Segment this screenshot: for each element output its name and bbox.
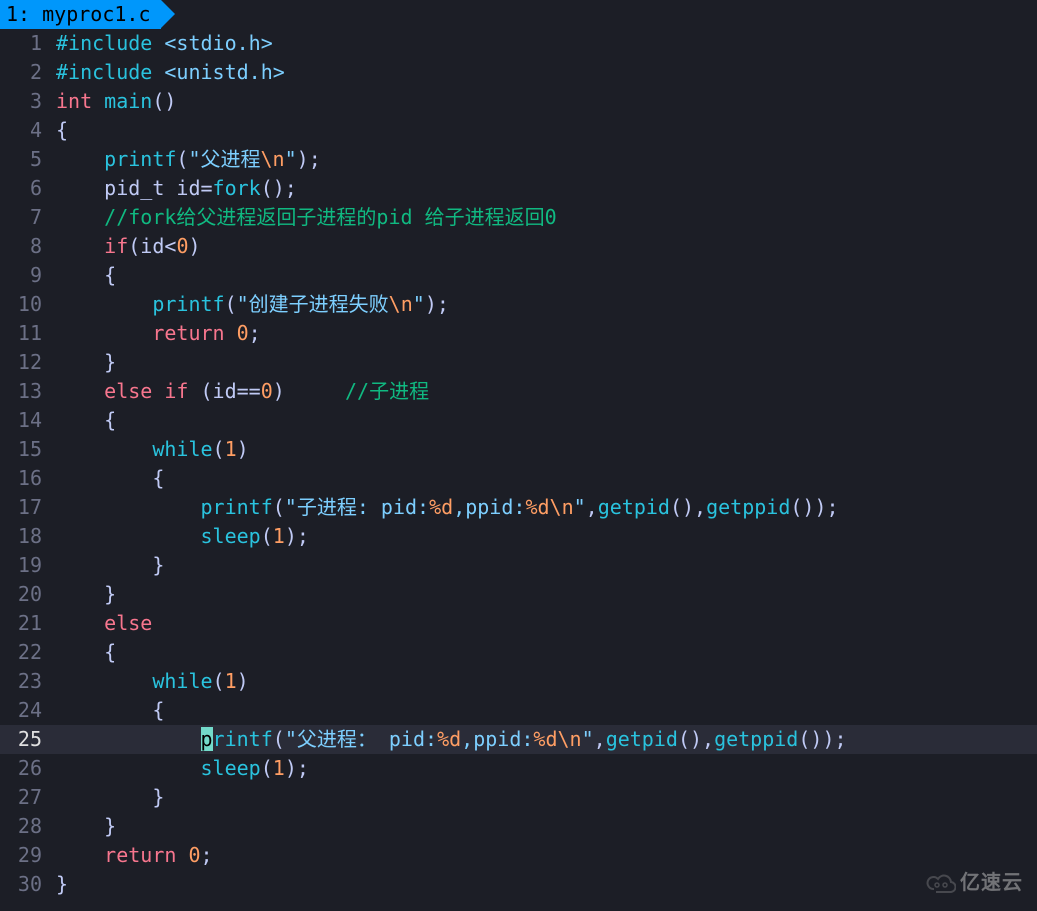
line-number: 11 xyxy=(0,319,50,348)
code-content: { xyxy=(50,464,1037,493)
line-number: 24 xyxy=(0,696,50,725)
line-number: 28 xyxy=(0,812,50,841)
code-content: //fork给父进程返回子进程的pid 给子进程返回0 xyxy=(50,203,1037,232)
code-line[interactable]: 18 sleep(1); xyxy=(0,522,1037,551)
code-line[interactable]: 9 { xyxy=(0,261,1037,290)
line-number: 30 xyxy=(0,870,50,899)
file-tab[interactable]: 1: myproc1.c xyxy=(0,0,161,29)
code-line[interactable]: 8 if(id<0) xyxy=(0,232,1037,261)
code-content: return 0; xyxy=(50,319,1037,348)
code-line[interactable]: 2#include <unistd.h> xyxy=(0,58,1037,87)
code-line[interactable]: 23 while(1) xyxy=(0,667,1037,696)
line-number: 29 xyxy=(0,841,50,870)
line-number: 6 xyxy=(0,174,50,203)
code-line[interactable]: 24 { xyxy=(0,696,1037,725)
code-content: if(id<0) xyxy=(50,232,1037,261)
code-line[interactable]: 21 else xyxy=(0,609,1037,638)
code-line[interactable]: 6 pid_t id=fork(); xyxy=(0,174,1037,203)
line-number: 25 xyxy=(0,725,50,754)
line-number: 27 xyxy=(0,783,50,812)
code-content: #include <unistd.h> xyxy=(50,58,1037,87)
code-content: { xyxy=(50,406,1037,435)
code-content: int main() xyxy=(50,87,1037,116)
tab-bar: 1: myproc1.c xyxy=(0,0,1037,29)
line-number: 18 xyxy=(0,522,50,551)
line-number: 3 xyxy=(0,87,50,116)
code-content: return 0; xyxy=(50,841,1037,870)
code-line[interactable]: 14 { xyxy=(0,406,1037,435)
line-number: 2 xyxy=(0,58,50,87)
code-line[interactable]: 11 return 0; xyxy=(0,319,1037,348)
code-line[interactable]: 20 } xyxy=(0,580,1037,609)
code-line[interactable]: 28 } xyxy=(0,812,1037,841)
line-number: 13 xyxy=(0,377,50,406)
line-number: 19 xyxy=(0,551,50,580)
cloud-icon xyxy=(926,873,956,893)
code-content: sleep(1); xyxy=(50,754,1037,783)
code-line[interactable]: 30} xyxy=(0,870,1037,899)
code-line[interactable]: 25 printf("父进程： pid:%d,ppid:%d\n",getpid… xyxy=(0,725,1037,754)
code-line[interactable]: 19 } xyxy=(0,551,1037,580)
line-number: 12 xyxy=(0,348,50,377)
code-content: #include <stdio.h> xyxy=(50,29,1037,58)
line-number: 16 xyxy=(0,464,50,493)
line-number: 7 xyxy=(0,203,50,232)
code-line[interactable]: 13 else if (id==0) //子进程 xyxy=(0,377,1037,406)
code-content: while(1) xyxy=(50,667,1037,696)
code-line[interactable]: 5 printf("父进程\n"); xyxy=(0,145,1037,174)
code-content: } xyxy=(50,870,1037,899)
code-line[interactable]: 17 printf("子进程: pid:%d,ppid:%d\n",getpid… xyxy=(0,493,1037,522)
line-number: 22 xyxy=(0,638,50,667)
code-content: } xyxy=(50,551,1037,580)
code-content: } xyxy=(50,580,1037,609)
code-content: pid_t id=fork(); xyxy=(50,174,1037,203)
code-content: else xyxy=(50,609,1037,638)
code-line[interactable]: 22 { xyxy=(0,638,1037,667)
code-content: sleep(1); xyxy=(50,522,1037,551)
code-content: { xyxy=(50,696,1037,725)
code-content: while(1) xyxy=(50,435,1037,464)
code-line[interactable]: 10 printf("创建子进程失败\n"); xyxy=(0,290,1037,319)
line-number: 17 xyxy=(0,493,50,522)
line-number: 15 xyxy=(0,435,50,464)
code-line[interactable]: 3int main() xyxy=(0,87,1037,116)
watermark: 亿速云 xyxy=(926,868,1023,897)
line-number: 10 xyxy=(0,290,50,319)
line-number: 14 xyxy=(0,406,50,435)
line-number: 5 xyxy=(0,145,50,174)
code-content: } xyxy=(50,812,1037,841)
code-content: else if (id==0) //子进程 xyxy=(50,377,1037,406)
code-line[interactable]: 1#include <stdio.h> xyxy=(0,29,1037,58)
code-line[interactable]: 12 } xyxy=(0,348,1037,377)
code-content: { xyxy=(50,261,1037,290)
code-content: printf("创建子进程失败\n"); xyxy=(50,290,1037,319)
code-content: } xyxy=(50,348,1037,377)
code-content: printf("子进程: pid:%d,ppid:%d\n",getpid(),… xyxy=(50,493,1037,522)
code-line[interactable]: 7 //fork给父进程返回子进程的pid 给子进程返回0 xyxy=(0,203,1037,232)
code-line[interactable]: 16 { xyxy=(0,464,1037,493)
code-content: } xyxy=(50,783,1037,812)
line-number: 26 xyxy=(0,754,50,783)
line-number: 23 xyxy=(0,667,50,696)
code-editor[interactable]: 1#include <stdio.h>2#include <unistd.h>3… xyxy=(0,29,1037,899)
line-number: 9 xyxy=(0,261,50,290)
line-number: 1 xyxy=(0,29,50,58)
line-number: 21 xyxy=(0,609,50,638)
code-content: { xyxy=(50,638,1037,667)
code-line[interactable]: 29 return 0; xyxy=(0,841,1037,870)
line-number: 8 xyxy=(0,232,50,261)
code-line[interactable]: 27 } xyxy=(0,783,1037,812)
code-content: { xyxy=(50,116,1037,145)
code-content: printf("父进程\n"); xyxy=(50,145,1037,174)
line-number: 4 xyxy=(0,116,50,145)
line-number: 20 xyxy=(0,580,50,609)
code-line[interactable]: 4{ xyxy=(0,116,1037,145)
watermark-text: 亿速云 xyxy=(960,868,1023,897)
code-line[interactable]: 26 sleep(1); xyxy=(0,754,1037,783)
code-line[interactable]: 15 while(1) xyxy=(0,435,1037,464)
code-content: printf("父进程： pid:%d,ppid:%d\n",getpid(),… xyxy=(50,725,1037,754)
